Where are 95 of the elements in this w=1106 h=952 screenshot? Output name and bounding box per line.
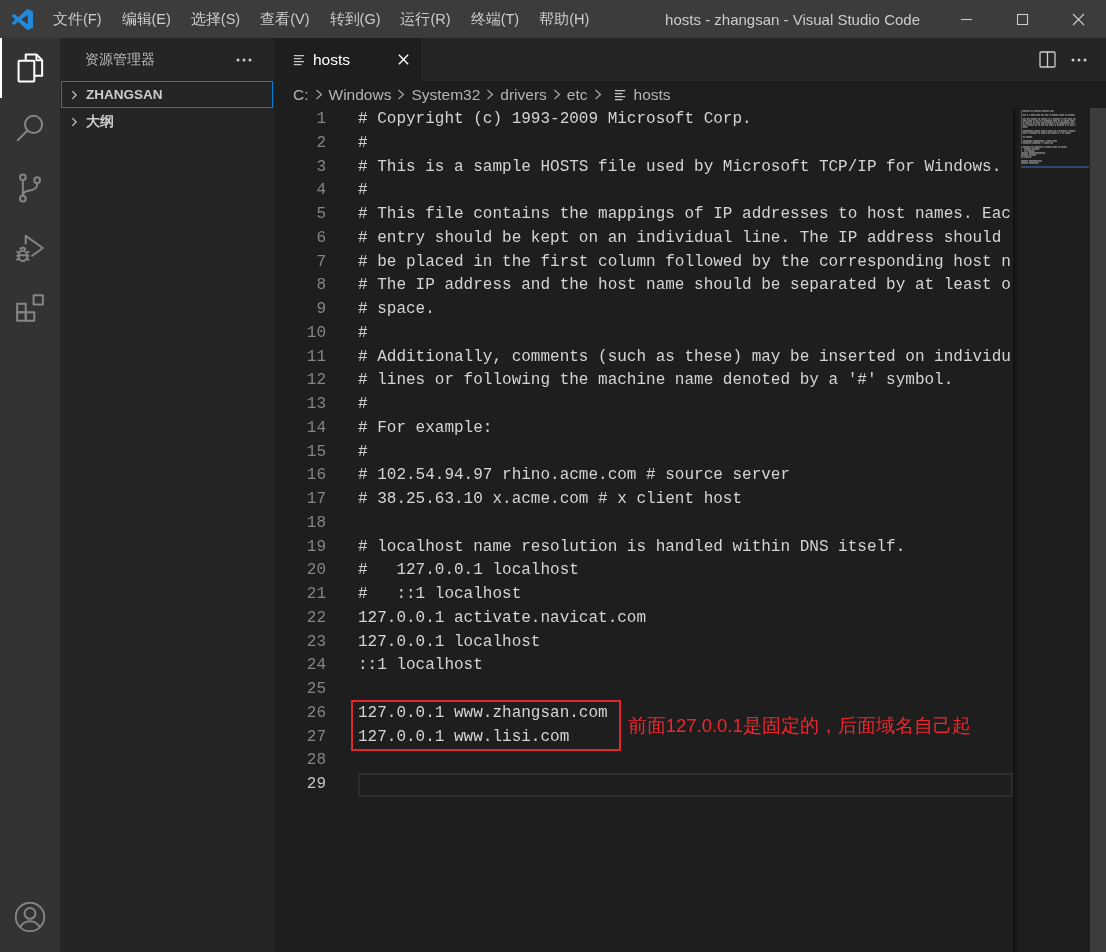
line-number: 25 <box>305 679 326 700</box>
section-header[interactable]: 大纲 <box>61 108 273 135</box>
line-number: 19 <box>305 536 326 558</box>
line-number: 17 <box>305 489 326 510</box>
line-number: 29 <box>305 774 326 795</box>
code-line: # <box>358 323 368 342</box>
breadcrumb-item[interactable]: etc <box>566 85 588 104</box>
line-number: 24 <box>305 655 326 677</box>
line-number: 2 <box>315 132 326 154</box>
line-number: 10 <box>305 322 326 344</box>
code-line: 127.0.0.1 www.lisi.com <box>358 727 570 746</box>
code-line: # The IP address and the host name should be separated by at least o <box>358 276 1011 295</box>
maximize-icon <box>1015 12 1029 26</box>
line-number: 7 <box>315 251 326 273</box>
code-line: # <box>358 442 368 461</box>
code-line: # Additionally, comments (such as these) may be inserted on individu <box>358 347 1011 366</box>
line-number: 8 <box>315 275 326 297</box>
code-line: 127.0.0.1 www.zhangsan.com <box>358 703 608 722</box>
menu-item[interactable]: 查看(V) <box>250 0 320 38</box>
line-number: 27 <box>305 726 326 748</box>
menu-item[interactable]: 终端(T) <box>460 0 530 38</box>
code-line: # 127.0.0.1 localhost <box>358 561 579 580</box>
code-line: # Copyright (c) 1993-2009 Microsoft Corp. <box>358 110 752 128</box>
annotation-note: 前面127.0.0.1是固定的，后面域名自己起 <box>627 713 971 738</box>
line-number: 20 <box>305 560 326 582</box>
line-number: 22 <box>305 607 326 629</box>
chevron-right-icon <box>552 88 561 101</box>
section-header[interactable]: ZHANGSAN <box>61 81 273 108</box>
breadcrumb-item[interactable]: drivers <box>500 85 547 104</box>
sidebar-title: 资源管理器 <box>85 50 155 69</box>
minimap-drawing <box>1021 110 1089 168</box>
more-icon[interactable] <box>236 57 252 62</box>
code-line: # 102.54.94.97 rhino.acme.com # source server <box>358 466 791 485</box>
code-line: # localhost name resolution is handled within DNS itself. <box>358 537 906 556</box>
lines-icon <box>613 88 626 101</box>
more-icon[interactable] <box>1071 57 1087 62</box>
app-logo-icon[interactable] <box>12 8 33 30</box>
chevron-right-icon <box>314 88 323 101</box>
line-number: 23 <box>305 631 326 653</box>
breadcrumb-item[interactable]: C: <box>293 85 309 104</box>
line-number: 12 <box>305 370 326 392</box>
code-line: # <box>358 133 368 152</box>
window-title: hosts - zhangsan - Visual Studio Code <box>665 10 920 28</box>
line-number: 16 <box>305 465 326 487</box>
code-line: # be placed in the first column followed by the corresponding host n <box>358 252 1011 271</box>
code-line: 127.0.0.1 activate.navicat.com <box>358 608 647 627</box>
line-number: 11 <box>305 346 326 368</box>
account-icon[interactable] <box>15 902 45 932</box>
code-line: # This file contains the mappings of IP addresses to host names. Eac <box>358 205 1011 223</box>
blocks-icon[interactable] <box>15 293 45 323</box>
code-line: # This is a sample HOSTS file used by Microsoft TCP/IP for Windows. <box>358 157 1002 176</box>
scrollbar-thumb[interactable] <box>1090 108 1106 952</box>
line-number: 4 <box>315 180 326 202</box>
line-number: 15 <box>305 441 326 463</box>
search-icon[interactable] <box>15 113 45 143</box>
menu-item[interactable]: 转到(G) <box>319 0 391 38</box>
line-number: 5 <box>315 204 326 225</box>
editor-tab[interactable]: hosts <box>274 38 421 81</box>
code-line: # 38.25.63.10 x.acme.com # x client host <box>358 490 743 508</box>
chevron-right-icon <box>486 88 495 101</box>
menu-item[interactable]: 帮助(H) <box>529 0 600 38</box>
lines-icon <box>293 53 305 66</box>
split-editor-icon[interactable] <box>1039 51 1056 68</box>
line-number: 1 <box>315 109 326 130</box>
line-number: 6 <box>315 227 326 249</box>
code-line: ::1 localhost <box>358 656 483 675</box>
menu-item[interactable]: 运行(R) <box>390 0 461 38</box>
code-line: 127.0.0.1 localhost <box>358 632 541 651</box>
line-number: 26 <box>305 702 326 724</box>
code-line: # lines or following the machine name denoted by a '#' symbol. <box>358 371 954 390</box>
breadcrumb-item[interactable]: hosts <box>633 85 671 104</box>
breadcrumb-item[interactable]: System32 <box>411 85 481 104</box>
line-number: 14 <box>305 417 326 439</box>
line-number: 18 <box>305 512 326 534</box>
line-number: 3 <box>315 156 326 178</box>
line-number: 13 <box>305 394 326 415</box>
menu-item[interactable]: 选择(S) <box>180 0 251 38</box>
code-line: # space. <box>358 300 435 318</box>
close-icon <box>1071 12 1085 26</box>
code-line: # entry should be kept on an individual line. The IP address should <box>358 228 1002 247</box>
chevron-right-icon <box>397 88 406 101</box>
breadcrumb-item[interactable]: Windows <box>328 85 392 104</box>
code-line: # ::1 localhost <box>358 585 522 603</box>
bug-play-icon[interactable] <box>15 233 45 263</box>
line-number: 21 <box>305 584 326 605</box>
files-icon[interactable] <box>15 53 45 83</box>
line-number: 28 <box>305 750 326 772</box>
close-icon[interactable] <box>397 53 410 66</box>
code-line: # <box>358 395 368 413</box>
chevron-right-icon <box>593 88 602 101</box>
code-line: # For example: <box>358 418 493 437</box>
menu-item[interactable]: 编辑(E) <box>111 0 181 38</box>
code-line: # <box>358 181 368 200</box>
line-number: 9 <box>315 299 326 320</box>
menu-item[interactable]: 文件(F) <box>43 0 112 38</box>
